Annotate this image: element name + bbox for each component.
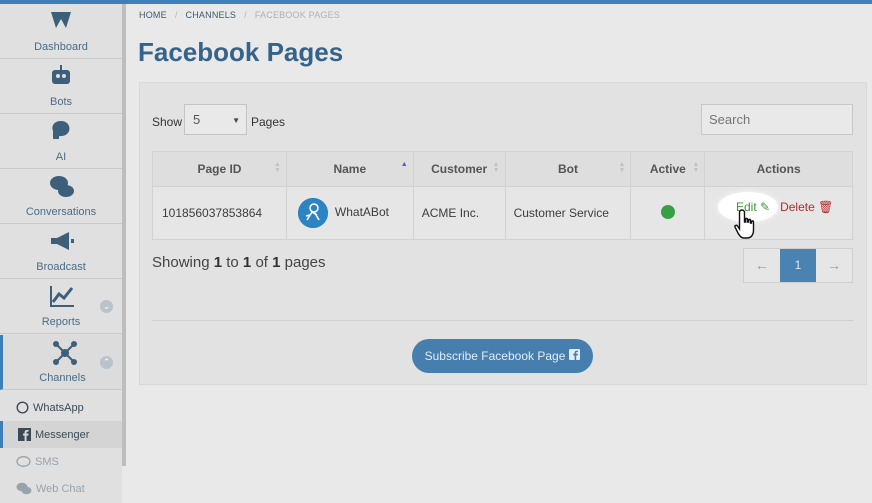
subscribe-facebook-page-button[interactable]: Subscribe Facebook Page [412, 339, 593, 373]
column-header-bot[interactable]: Bot ▲ ▼ [504, 151, 632, 187]
column-header-name[interactable]: Name ▲ [285, 151, 414, 187]
chat-bubbles-icon [50, 176, 74, 197]
sidebar-scrollbar[interactable] [122, 4, 126, 466]
webchat-icon [16, 482, 32, 495]
sort-asc-icon: ▲ [400, 161, 408, 168]
sidebar-item-label: AI [55, 151, 67, 163]
bot-avatar [297, 198, 328, 228]
page-size-value: 5 [193, 112, 201, 127]
column-header-actions: Actions [704, 151, 853, 187]
chevron-down-icon[interactable]: ⌄ [100, 300, 113, 313]
sidebar-item-label: Conversations [25, 206, 97, 218]
line-chart-icon [50, 286, 74, 307]
cell-page-id: 101856037853864 [152, 186, 287, 240]
facebook-icon [18, 428, 31, 441]
search-input[interactable] [701, 104, 853, 135]
sidebar-item-label: Bots [49, 96, 72, 108]
table-info: Showing 1 to 1 of 1 pages [152, 254, 326, 271]
sidebar-subitem-sms[interactable]: SMS [0, 448, 122, 475]
page-size-select[interactable]: 5 ▼ [184, 104, 247, 135]
sort-icon: ▲ ▼ [692, 161, 700, 174]
megaphone-icon [51, 232, 74, 250]
dashboard-icon [51, 12, 71, 28]
sidebar-item-label: Broadcast [36, 261, 86, 273]
cell-bot: Customer Service [504, 186, 632, 240]
trash-icon: 🗑 [818, 200, 834, 214]
sidebar-subitem-label: WhatsApp [33, 401, 84, 414]
facebook-square-icon [569, 349, 581, 363]
column-header-active[interactable]: Active ▲ ▼ [630, 151, 706, 187]
pagination-prev-button[interactable]: ← [744, 249, 780, 282]
sidebar-item-label: Reports [41, 316, 81, 328]
sidebar-subitem-whatsapp[interactable]: WhatsApp [0, 394, 122, 421]
pagination: ← 1 → [743, 248, 853, 283]
network-icon [53, 341, 77, 365]
whatsapp-icon [16, 401, 29, 414]
cell-active [630, 186, 706, 240]
chevron-up-icon[interactable]: ⌃ [100, 356, 113, 369]
column-header-page-id[interactable]: Page ID ▲ ▼ [152, 151, 287, 187]
show-label: Show [152, 115, 183, 129]
sidebar: Dashboard Bots AI Conversations Broadcas… [0, 4, 122, 503]
sidebar-subitem-messenger[interactable]: Messenger [0, 421, 122, 448]
pagination-next-button[interactable]: → [816, 249, 852, 282]
caret-down-icon: ▼ [232, 116, 240, 125]
cell-name: WhatABot [285, 186, 414, 240]
pagination-page-1[interactable]: 1 [780, 249, 816, 282]
sidebar-subitem-webchat[interactable]: Web Chat [0, 475, 122, 502]
sidebar-item-conversations[interactable]: Conversations [0, 169, 122, 224]
sidebar-item-label: Channels [39, 372, 86, 384]
sidebar-item-broadcast[interactable]: Broadcast [0, 224, 122, 279]
cell-name-text: WhatABot [334, 205, 389, 220]
sms-icon [16, 455, 31, 468]
robot-icon [52, 65, 70, 84]
cell-customer: ACME Inc. [412, 186, 506, 240]
sidebar-item-ai[interactable]: AI [0, 114, 122, 169]
sort-icon: ▲ ▼ [273, 161, 281, 174]
breadcrumb-channels[interactable]: CHANNELS [186, 10, 237, 20]
sidebar-item-reports[interactable]: Reports ⌄ [0, 279, 122, 334]
sidebar-item-bots[interactable]: Bots [0, 59, 122, 114]
table-header-row: Page ID ▲ ▼ Name ▲ Customer ▲ ▼ Bot ▲ ▼ Active ▲… [152, 151, 853, 187]
active-status-indicator [660, 204, 675, 219]
breadcrumb-current: FACEBOOK PAGES [254, 10, 341, 20]
sidebar-item-label: Dashboard [34, 41, 88, 53]
column-header-customer[interactable]: Customer ▲ ▼ [412, 151, 506, 187]
delete-link[interactable]: Delete 🗑 [780, 200, 833, 214]
hand-pointer-cursor-icon [734, 209, 755, 239]
sidebar-subitem-label: Web Chat [36, 482, 85, 495]
sidebar-item-dashboard[interactable]: Dashboard [0, 4, 122, 59]
page-title: Facebook Pages [138, 37, 344, 67]
sidebar-subitem-label: Messenger [35, 428, 90, 441]
brain-icon [52, 121, 70, 139]
sort-icon: ▲ ▼ [492, 161, 500, 174]
sidebar-item-channels[interactable]: Channels ⌃ [0, 335, 122, 390]
sort-icon: ▲ ▼ [618, 161, 626, 174]
top-accent-bar [0, 0, 872, 4]
breadcrumb: HOME / CHANNELS / FACEBOOK PAGES [139, 10, 341, 20]
pages-label: Pages [251, 115, 286, 129]
sidebar-subitem-label: SMS [35, 455, 59, 468]
subscribe-label: Subscribe Facebook Page [424, 349, 566, 363]
divider [152, 320, 853, 321]
breadcrumb-home[interactable]: HOME [139, 10, 167, 20]
